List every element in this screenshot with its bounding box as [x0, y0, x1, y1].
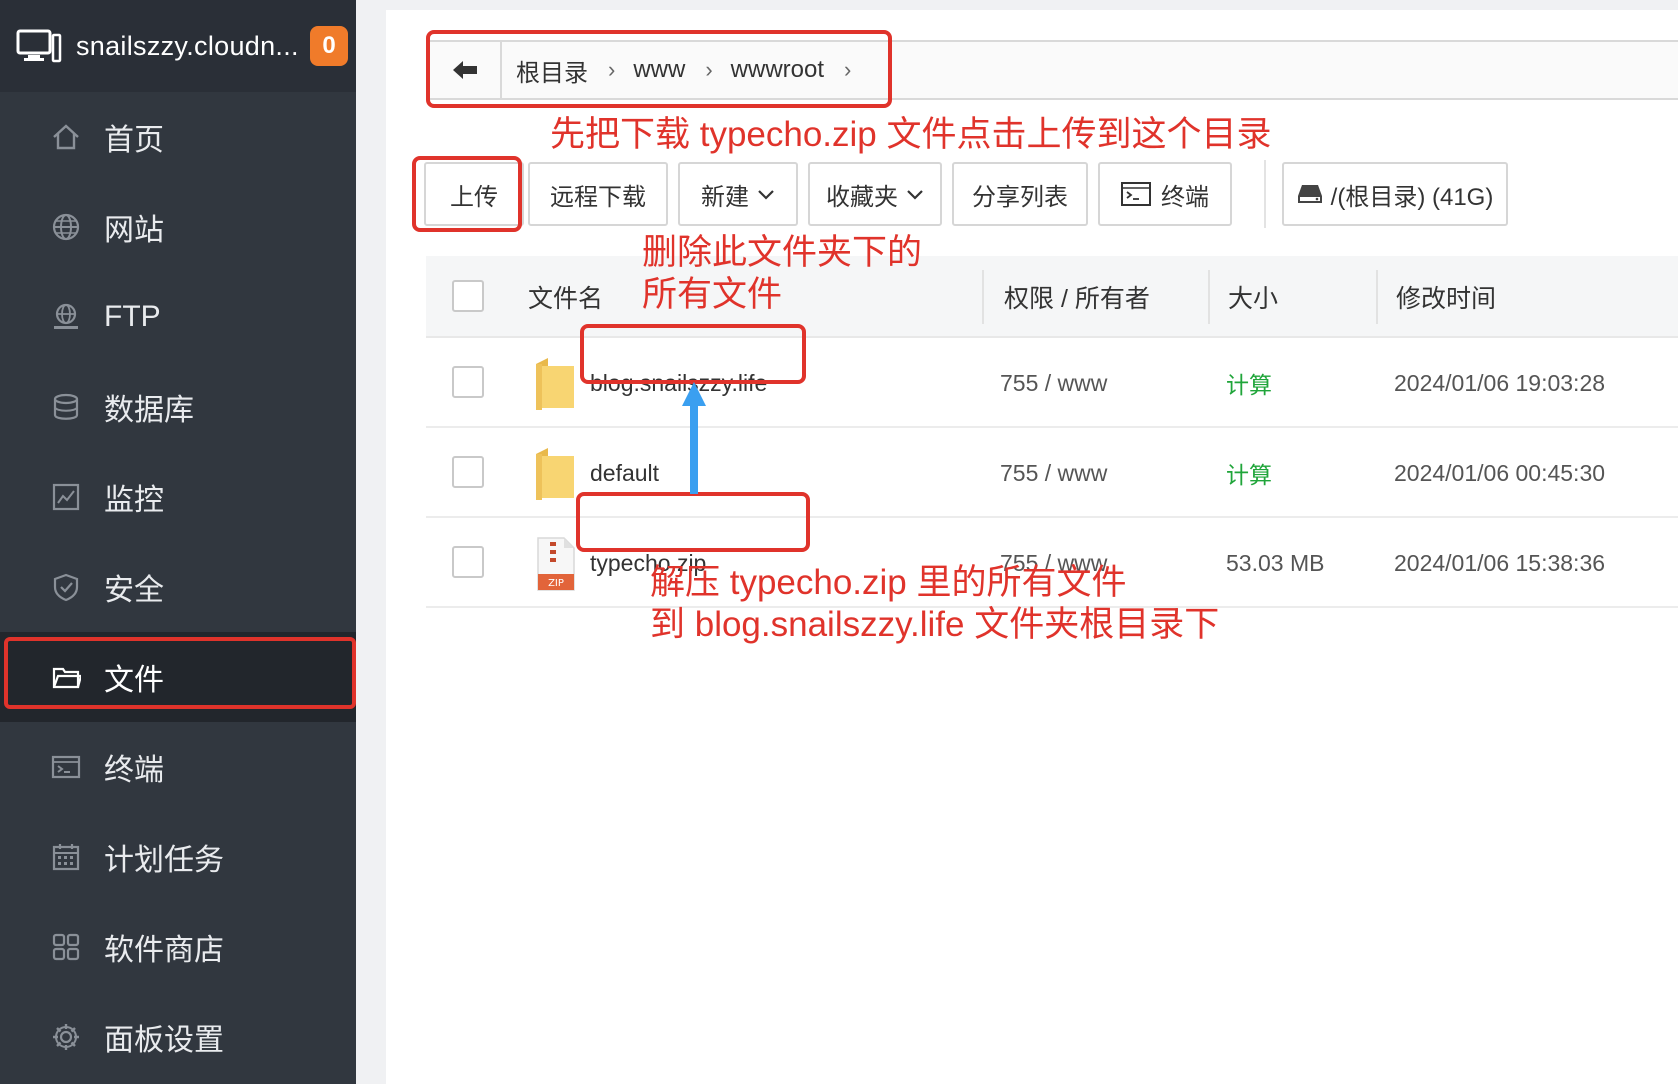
upload-annotation: 先把下载 typecho.zip 文件点击上传到这个目录: [550, 115, 1272, 154]
sidebar-item-label: 安全: [104, 574, 164, 607]
toolbar-divider: [1264, 160, 1266, 228]
apps-grid-icon: [50, 931, 82, 963]
file-manager-panel: 根目录 › www › wwwroot › 先把下载 typecho.zip 文件点击…: [386, 10, 1678, 1084]
upload-highlight-box: [412, 156, 522, 232]
shield-icon: [50, 571, 82, 603]
zip-file-highlight-box: [576, 492, 810, 552]
folder-icon: [536, 448, 574, 500]
sidebar-item-website[interactable]: 网站: [0, 182, 356, 272]
new-dropdown-button[interactable]: 新建: [678, 162, 798, 226]
unzip-annotation-line2: 到 blog.snailszzy.life 文件夹根目录下: [650, 605, 1220, 644]
calendar-icon: [50, 841, 82, 873]
host-name[interactable]: snailszzy.cloudn...: [76, 31, 306, 62]
disk-label: /(根目录) (41G): [1330, 183, 1494, 211]
svg-text:ZIP: ZIP: [548, 578, 564, 589]
disk-button[interactable]: /(根目录) (41G): [1282, 162, 1508, 226]
sidebar-item-home[interactable]: 首页: [0, 92, 356, 182]
remote-download-button[interactable]: 远程下载: [528, 162, 668, 226]
terminal-icon: [50, 751, 82, 783]
file-perm[interactable]: 755 / www: [1000, 338, 1107, 428]
column-header-perm[interactable]: 权限 / 所有者: [1004, 256, 1150, 338]
terminal-label: 终端: [1161, 183, 1209, 211]
column-header-size[interactable]: 大小: [1228, 256, 1278, 338]
database-icon: [50, 391, 82, 423]
sidebar-item-monitor[interactable]: 监控: [0, 452, 356, 542]
file-table: 文件名 权限 / 所有者 大小 修改时间 blog.snailszzy.life…: [426, 256, 1678, 608]
sidebar: snailszzy.cloudn... 0 首页 网站 FTP 数据库 监控 安…: [0, 0, 356, 1084]
sidebar-item-label: 数据库: [104, 394, 194, 427]
calculate-size-link[interactable]: 计算: [1226, 338, 1272, 428]
new-label: 新建: [701, 183, 749, 211]
file-mtime: 2024/01/06 15:38:36: [1394, 549, 1606, 576]
share-list-button[interactable]: 分享列表: [952, 162, 1088, 226]
zip-file-icon: ZIP: [537, 537, 575, 591]
file-mtime: 2024/01/06 19:03:28: [1394, 369, 1606, 396]
column-header-mtime[interactable]: 修改时间: [1396, 256, 1496, 338]
row-checkbox[interactable]: [452, 366, 484, 398]
unzip-annotation-line1: 解压 typecho.zip 里的所有文件: [650, 563, 1127, 602]
file-size: 53.03 MB: [1226, 549, 1325, 576]
sidebar-header: snailszzy.cloudn... 0: [0, 0, 356, 92]
monitor-chart-icon: [50, 481, 82, 513]
calculate-size-link[interactable]: 计算: [1226, 428, 1272, 518]
column-divider: [1376, 270, 1378, 324]
sidebar-item-label: 终端: [104, 754, 164, 787]
chevron-down-icon: [906, 180, 924, 208]
column-divider: [1208, 270, 1210, 324]
ftp-icon: [50, 301, 82, 333]
sidebar-item-ftp[interactable]: FTP: [0, 272, 356, 362]
notification-badge[interactable]: 0: [310, 26, 348, 66]
files-highlight-frame: [4, 637, 356, 709]
delete-annotation-line1: 删除此文件夹下的: [642, 233, 923, 272]
favorites-dropdown-button[interactable]: 收藏夹: [808, 162, 942, 226]
sidebar-item-label: 首页: [104, 124, 164, 157]
sidebar-item-terminal[interactable]: 终端: [0, 722, 356, 812]
remote-download-label: 远程下载: [550, 183, 646, 211]
sidebar-item-label: 软件商店: [104, 934, 224, 967]
row-checkbox[interactable]: [452, 456, 484, 488]
sidebar-item-files[interactable]: 文件: [0, 632, 356, 722]
blog-folder-highlight-box: [580, 324, 806, 384]
select-all-checkbox[interactable]: [452, 280, 484, 312]
file-mtime: 2024/01/06 00:45:30: [1394, 459, 1606, 486]
folder-icon: [536, 358, 574, 410]
terminal-icon: [1121, 182, 1151, 206]
sidebar-item-security[interactable]: 安全: [0, 542, 356, 632]
column-divider: [982, 270, 984, 324]
sidebar-item-cron[interactable]: 计划任务: [0, 812, 356, 902]
sidebar-item-label: 计划任务: [104, 844, 224, 877]
file-perm[interactable]: 755 / www: [1000, 428, 1107, 518]
chevron-down-icon: [757, 180, 775, 208]
row-checkbox[interactable]: [452, 546, 484, 578]
monitor-icon: [16, 29, 62, 63]
sidebar-item-database[interactable]: 数据库: [0, 362, 356, 452]
arrow-up-icon: [682, 382, 706, 494]
favorites-label: 收藏夹: [826, 183, 898, 211]
sidebar-item-settings[interactable]: 面板设置: [0, 992, 356, 1082]
sidebar-item-app-store[interactable]: 软件商店: [0, 902, 356, 992]
terminal-button[interactable]: 终端: [1098, 162, 1232, 226]
sidebar-menu: 首页 网站 FTP 数据库 监控 安全 文件 终端 计划任务 软件商店 面板设置: [0, 92, 356, 1082]
sidebar-item-label: FTP: [104, 300, 161, 333]
sidebar-item-label: 面板设置: [104, 1024, 224, 1057]
gear-icon: [50, 1021, 82, 1053]
sidebar-item-label: 监控: [104, 484, 164, 517]
globe-icon: [50, 211, 82, 243]
share-list-label: 分享列表: [972, 183, 1068, 211]
delete-annotation-line2: 所有文件: [642, 275, 783, 314]
home-icon: [50, 121, 82, 153]
sidebar-item-label: 网站: [104, 214, 164, 247]
breadcrumb-highlight-box: [426, 30, 892, 108]
hard-drive-icon: [1297, 183, 1323, 205]
